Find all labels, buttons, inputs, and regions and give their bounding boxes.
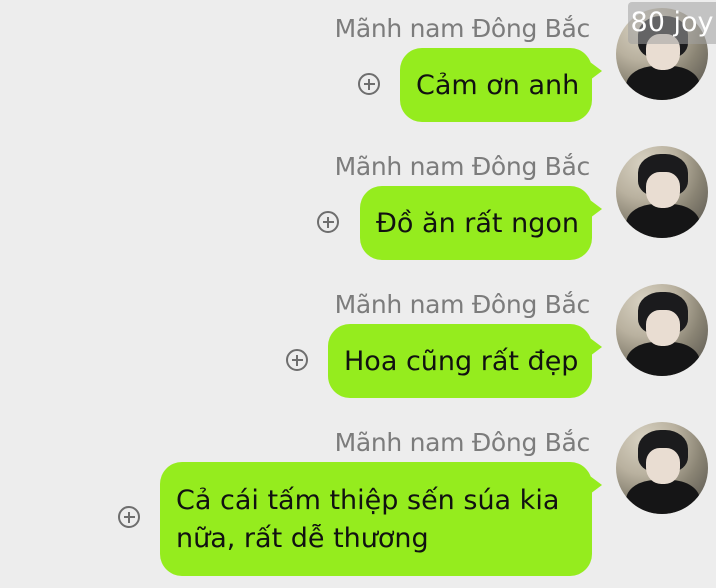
bubble-tail [590,476,602,494]
message-text: Đồ ăn rất ngon [376,207,579,239]
avatar[interactable] [616,284,708,376]
plus-circle-icon[interactable] [118,506,140,528]
message-text: Cảm ơn anh [416,69,580,101]
sender-name: Mãnh nam Đông Bắc [334,152,591,181]
message-bubble[interactable]: Đồ ăn rất ngon [360,186,602,260]
bubble-tail [590,338,602,356]
plus-circle-icon[interactable] [358,73,380,95]
bubble-tail [590,62,602,80]
plus-circle-icon[interactable] [286,349,308,371]
sender-name: Mãnh nam Đông Bắc [334,428,591,457]
bubble-tail [590,200,602,218]
message-text: Cả cái tấm thiệp sến súa kia nữa, rất dễ… [176,485,560,554]
avatar[interactable] [616,146,708,238]
avatar[interactable] [616,422,708,514]
message-bubble[interactable]: Cả cái tấm thiệp sến súa kia nữa, rất dễ… [160,462,602,576]
message-text: Hoa cũng rất đẹp [344,345,579,377]
message-bubble[interactable]: Cảm ơn anh [400,48,602,122]
message-bubble[interactable]: Hoa cũng rất đẹp [328,324,602,398]
points-badge: 80 joy [628,2,716,44]
sender-name: Mãnh nam Đông Bắc [334,14,591,43]
plus-circle-icon[interactable] [317,211,339,233]
sender-name: Mãnh nam Đông Bắc [334,290,591,319]
